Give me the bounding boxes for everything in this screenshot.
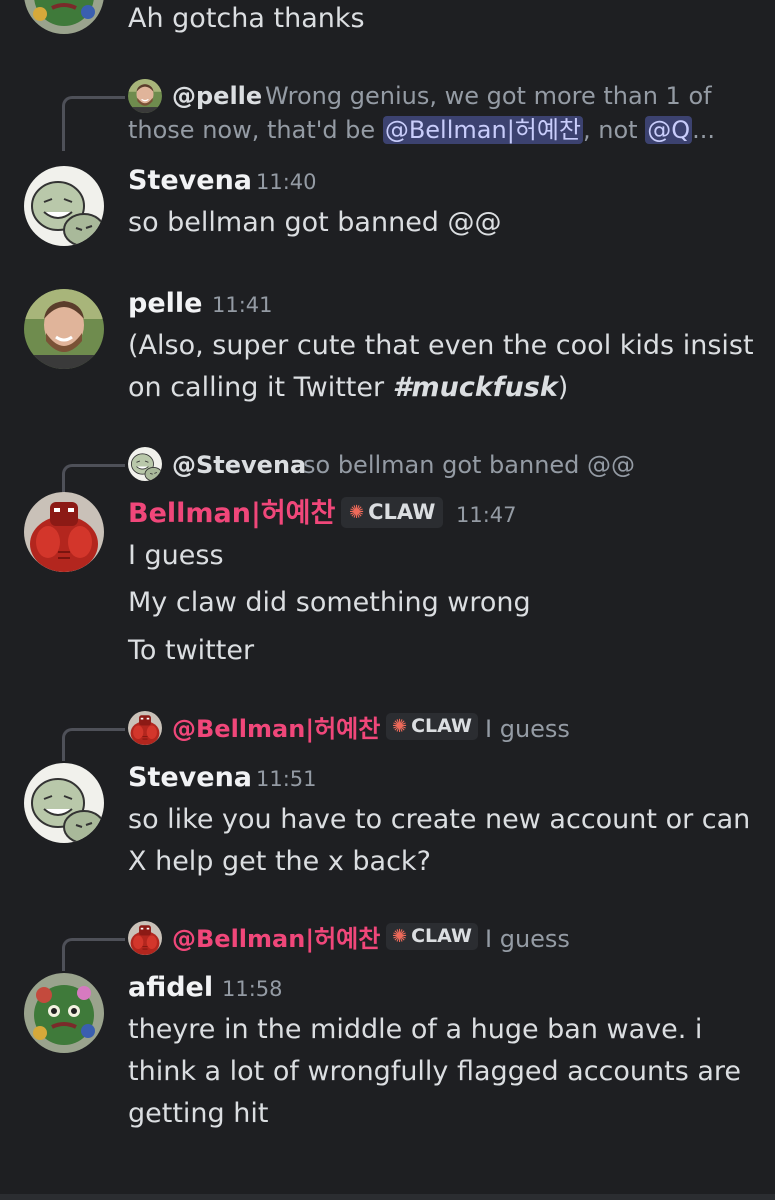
mention[interactable]: @Q [645,116,693,144]
message-text: so bellman got banned @@ [128,207,502,238]
message-text: so like you have to create new account o… [128,804,751,835]
role-tag-label: CLAW [368,500,436,524]
reply-avatar[interactable] [128,79,162,113]
reply-preview-text: those now, that'd be [128,116,376,144]
timestamp: 11:51 [256,767,317,791]
avatar[interactable] [24,0,104,34]
reply-avatar[interactable] [128,921,162,955]
reply-author[interactable]: @Stevena [172,453,306,477]
avatar[interactable] [24,492,104,572]
role-tag-label: CLAW [411,925,472,947]
avatar[interactable] [24,973,104,1053]
timestamp: 11:41 [212,293,273,317]
claw-icon: ✺ [392,715,408,737]
reply-preview[interactable]: I guess [485,927,570,951]
message-text: think a lot of wrongfully flagged accoun… [128,1056,742,1087]
reply-preview-line2[interactable]: those now, that'd be @Bellman|허예찬, not @… [128,116,716,144]
message-text: (Also, super cute that even the cool kid… [128,330,754,361]
claw-icon: ✺ [349,501,365,523]
author-name[interactable]: Bellman|허예찬 [128,500,335,527]
message-text: getting hit [128,1098,269,1129]
divider [0,1194,775,1200]
reply-preview-text: , not [583,116,638,144]
message-text: theyre in the middle of a huge ban wave.… [128,1014,703,1045]
author-name[interactable]: Stevena [128,167,252,194]
role-tag[interactable]: ✺ CLAW [386,713,478,740]
reply-author[interactable]: @Bellman|허예찬 [172,927,380,951]
author-name[interactable]: Stevena [128,764,252,791]
message-text: ) [557,372,569,403]
timestamp: 11:40 [256,170,317,194]
timestamp: 11:58 [222,977,283,1001]
reply-preview[interactable]: I guess [485,717,570,741]
reply-avatar[interactable] [128,447,162,481]
author-name[interactable]: pelle [128,290,202,317]
reply-preview[interactable]: so bellman got banned @@ [303,453,635,477]
avatar[interactable] [24,289,104,369]
timestamp: 11:47 [456,503,517,527]
mention[interactable]: @Bellman|허예찬 [382,116,584,144]
message-text: To twitter [128,635,255,666]
message-text: X help get the x back? [128,846,431,877]
message-text-line2: on calling it Twitter #muckfusk) [128,367,568,409]
avatar[interactable] [24,166,104,246]
claw-icon: ✺ [392,925,408,947]
reply-preview[interactable]: Wrong genius, we got more than 1 of [265,84,712,108]
reply-preview-text: Wrong genius, we got more than 1 of [265,82,712,110]
message-text: I guess [128,540,224,571]
ellipsis: ... [692,116,716,144]
hashtag: #muckfusk [392,372,558,403]
message-text: on calling it Twitter [128,372,393,403]
reply-avatar[interactable] [128,711,162,745]
message-text: Ah gotcha thanks [128,3,365,34]
role-tag[interactable]: ✺ CLAW [341,497,444,528]
author-name[interactable]: afidel [128,974,213,1001]
reply-connector [62,96,125,151]
avatar[interactable] [24,763,104,843]
role-tag-label: CLAW [411,715,472,737]
reply-author[interactable]: @Bellman|허예찬 [172,717,380,741]
role-tag[interactable]: ✺ CLAW [386,923,478,950]
reply-connector [62,938,125,971]
message-text: My claw did something wrong [128,587,531,618]
reply-author[interactable]: @pelle [172,84,262,108]
reply-connector [62,728,125,761]
